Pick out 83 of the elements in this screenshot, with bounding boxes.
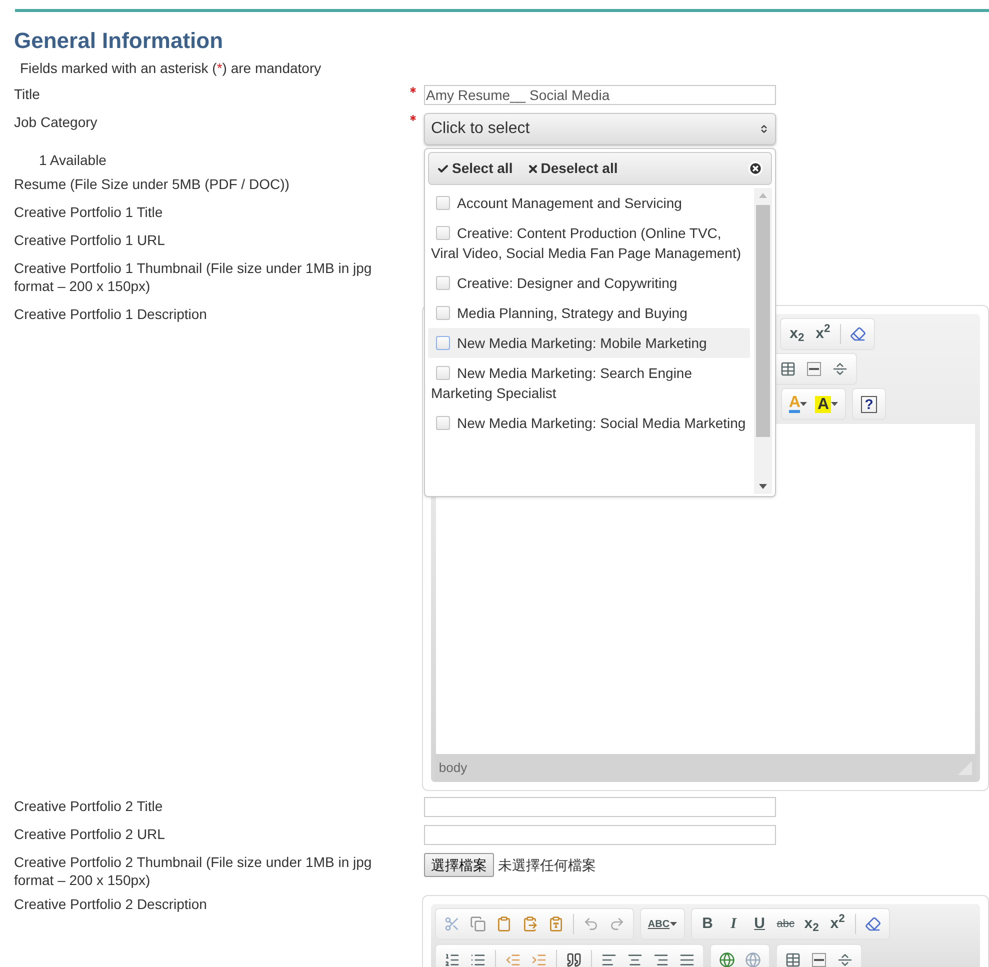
choose-file-button[interactable]: 選擇檔案	[424, 853, 494, 877]
dropdown-button[interactable]: Click to select	[424, 113, 776, 145]
align-center-icon	[626, 952, 643, 967]
field-label: Creative Portfolio 2 Title	[14, 798, 163, 814]
undo-icon	[582, 916, 599, 932]
page-break-icon	[836, 952, 853, 967]
section-title: General Information	[14, 28, 224, 54]
caret-icon	[800, 402, 808, 406]
superscript-button[interactable]: x$^{2}$	[810, 322, 835, 346]
field-label: Resume (File Size under 5MB (PDF / DOC))	[14, 176, 290, 192]
clipboard-icon	[496, 916, 512, 932]
deselect-all-button[interactable]: Deselect all	[526, 158, 618, 179]
globe-icon	[744, 952, 761, 967]
align-right-icon	[652, 952, 669, 967]
checkbox[interactable]	[436, 366, 450, 380]
option-item[interactable]: Account Management and Servicing	[428, 188, 750, 218]
align-left-icon	[600, 952, 617, 967]
help-button[interactable]: ?	[857, 392, 882, 416]
strikethrough-button[interactable]: abc	[774, 912, 798, 936]
checkbox[interactable]	[436, 276, 450, 290]
numbered-list-icon	[444, 952, 460, 967]
option-item[interactable]: Media Planning, Strategy and Buying	[428, 298, 750, 328]
select-all-button[interactable]: Select all	[437, 158, 513, 179]
subscript-button[interactable]: x$_{2}$	[784, 322, 809, 346]
field-label: Title	[14, 86, 40, 102]
copy-icon	[470, 916, 486, 932]
cross-icon	[526, 162, 539, 174]
text-field[interactable]	[424, 825, 776, 845]
scroll-down-arrow-icon[interactable]	[759, 484, 767, 489]
option-item[interactable]: New Media Marketing: Mobile Marketing	[428, 328, 750, 358]
field-label: Creative Portfolio 1 Thumbnail (File size under 1MB in jpg format – 200 x 150px)	[14, 260, 372, 294]
scroll-up-arrow-icon[interactable]	[759, 193, 767, 198]
bulleted-list-icon	[470, 952, 486, 967]
field-label: Creative Portfolio 2 Thumbnail (File size under 1MB in jpg format – 200 x 150px)	[14, 854, 372, 888]
file-status: 未選擇任何檔案	[498, 856, 596, 874]
spellcheck-button[interactable]: ABC	[644, 912, 680, 936]
scrollbar-thumb[interactable]	[756, 205, 770, 437]
superscript-button[interactable]: x$^{2}$	[826, 912, 850, 936]
field-label: Creative Portfolio 1 Description	[14, 306, 207, 322]
caret-icon	[670, 922, 677, 926]
field-label: Creative Portfolio 2 URL	[14, 826, 165, 842]
mandatory-note: Fields marked with an asterisk (*) are mandatory	[20, 59, 322, 77]
checkbox[interactable]	[436, 196, 450, 210]
redo-icon	[608, 916, 625, 932]
checkbox[interactable]	[436, 306, 450, 320]
clipboard-icon	[522, 916, 538, 932]
close-icon[interactable]	[748, 161, 763, 176]
option-item[interactable]: Creative: Designer and Copywriting	[428, 268, 750, 298]
element-path: body	[438, 759, 468, 778]
globe-icon	[718, 952, 735, 967]
option-item[interactable]: Creative: Content Production (Online TVC, Viral Video, Social Media Fan Page Management)	[428, 218, 750, 268]
text-field[interactable]: Amy Resume__ Social Media	[424, 85, 776, 105]
quote-icon	[566, 952, 582, 967]
checkbox[interactable]	[436, 226, 450, 240]
eraser-icon	[864, 916, 881, 932]
eraser-icon	[850, 326, 866, 342]
checkbox[interactable]	[436, 336, 450, 350]
clipboard-icon	[548, 916, 564, 932]
bold-button[interactable]: B	[696, 912, 720, 936]
field-label: Creative Portfolio 2 Description	[14, 896, 207, 912]
subscript-button[interactable]: x$_{2}$	[800, 912, 824, 936]
justify-icon	[678, 952, 695, 967]
table-icon	[780, 361, 796, 377]
option-item[interactable]: New Media Marketing: Search Engine Marketing Specialist	[428, 358, 750, 408]
field-label: Creative Portfolio 1 Title	[14, 204, 163, 220]
background-color-button[interactable]: A	[812, 392, 842, 416]
checkbox[interactable]	[436, 416, 450, 430]
field-label: Job Category	[14, 114, 98, 130]
check-icon	[437, 162, 449, 174]
scrollbar[interactable]	[754, 188, 772, 494]
indent-icon	[530, 952, 547, 967]
field-label: Creative Portfolio 1 URL	[14, 232, 165, 248]
table-icon	[784, 952, 801, 967]
scissors-icon	[444, 916, 460, 932]
underline-button[interactable]: U	[748, 912, 772, 936]
page-break-icon	[832, 361, 848, 377]
option-item[interactable]: New Media Marketing: Social Media Marketing	[428, 408, 750, 438]
italic-button[interactable]: I	[722, 912, 746, 936]
text-field[interactable]	[424, 797, 776, 817]
caret-icon	[831, 402, 838, 406]
availability-count: 1 Available	[39, 152, 106, 168]
outdent-icon	[504, 952, 521, 967]
sort-arrows-icon	[759, 124, 769, 134]
